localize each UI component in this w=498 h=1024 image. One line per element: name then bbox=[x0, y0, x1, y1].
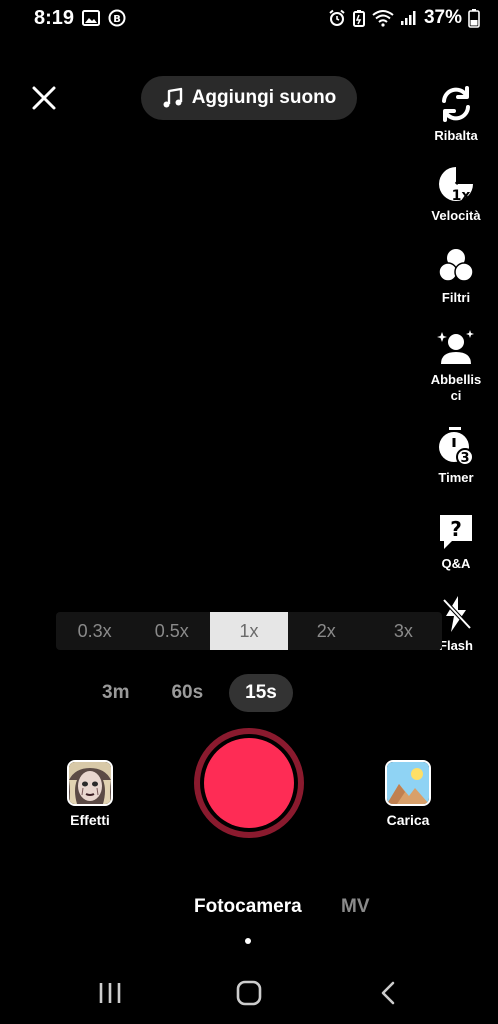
flip-camera-icon bbox=[436, 84, 476, 124]
record-inner bbox=[204, 738, 294, 828]
music-note-icon bbox=[163, 87, 182, 108]
battery-icon bbox=[468, 8, 480, 28]
duration-option[interactable]: 3m bbox=[86, 674, 145, 712]
close-icon bbox=[32, 86, 56, 110]
status-time: 8:19 bbox=[34, 6, 75, 29]
speed-option-selected[interactable]: 1x bbox=[210, 612, 288, 650]
status-right: 37% bbox=[328, 7, 480, 29]
sidebar-item-timer[interactable]: 3 Timer bbox=[418, 426, 494, 486]
duration-option[interactable]: 60s bbox=[155, 674, 219, 712]
status-left: 8:19 B bbox=[34, 7, 126, 30]
duration-selector: 3m 60s 15s bbox=[86, 674, 293, 712]
gallery-notification-icon bbox=[82, 10, 101, 26]
b-notification-icon: B bbox=[108, 9, 126, 27]
sidebar-label-flip: Ribalta bbox=[434, 128, 478, 143]
speed-icon: 1x bbox=[436, 164, 476, 204]
record-button[interactable] bbox=[194, 728, 304, 838]
record-ring bbox=[200, 734, 298, 832]
battery-percent: 37% bbox=[423, 7, 462, 28]
sidebar-label-filters: Filtri bbox=[441, 290, 471, 305]
upload-label: Carica bbox=[386, 812, 430, 828]
effects-thumbnail bbox=[67, 760, 113, 806]
system-nav-bar bbox=[0, 968, 498, 1016]
back-icon bbox=[381, 981, 395, 1005]
timer-icon: 3 bbox=[436, 426, 476, 466]
add-sound-label: Aggiungi suono bbox=[191, 87, 337, 108]
add-sound-button[interactable]: Aggiungi suono bbox=[141, 76, 357, 120]
close-button[interactable] bbox=[28, 82, 60, 114]
duration-option-selected[interactable]: 15s bbox=[229, 674, 293, 712]
sidebar-item-flip[interactable]: Ribalta bbox=[418, 84, 494, 144]
beautify-icon bbox=[436, 328, 476, 368]
effects-button[interactable]: Effetti bbox=[62, 760, 118, 828]
speed-option[interactable]: 0.5x bbox=[133, 612, 210, 650]
tab-mv[interactable]: MV bbox=[341, 896, 370, 918]
svg-text:3: 3 bbox=[460, 451, 469, 466]
svg-text:?: ? bbox=[450, 517, 462, 541]
sidebar-item-speed[interactable]: 1x Velocità bbox=[418, 164, 494, 224]
speed-option[interactable]: 3x bbox=[365, 612, 442, 650]
upload-button[interactable]: Carica bbox=[380, 760, 436, 828]
sidebar-item-beautify[interactable]: Abbellisci bbox=[418, 328, 494, 404]
svg-text:B: B bbox=[113, 14, 121, 25]
tab-camera[interactable]: Fotocamera bbox=[194, 896, 302, 918]
wifi-icon bbox=[372, 9, 394, 27]
gallery-thumbnail-icon bbox=[385, 760, 431, 806]
speed-option[interactable]: 2x bbox=[288, 612, 365, 650]
filters-icon bbox=[436, 246, 476, 286]
home-icon bbox=[236, 980, 262, 1006]
sidebar-item-filters[interactable]: Filtri bbox=[418, 246, 494, 306]
home-button[interactable] bbox=[234, 980, 264, 1006]
signal-icon bbox=[400, 10, 418, 26]
speed-selector: 0.3x 0.5x 1x 2x 3x bbox=[56, 612, 442, 650]
speed-option[interactable]: 0.3x bbox=[56, 612, 133, 650]
battery-saver-icon bbox=[352, 9, 366, 27]
sidebar-label-beautify: Abbellisci bbox=[430, 372, 482, 403]
effects-label: Effetti bbox=[70, 812, 110, 828]
alarm-icon bbox=[328, 9, 346, 27]
back-button[interactable] bbox=[374, 980, 404, 1006]
sidebar-item-qa[interactable]: ? Q&A bbox=[418, 512, 494, 572]
sidebar-label-timer: Timer bbox=[438, 470, 474, 485]
svg-text:1x: 1x bbox=[452, 188, 471, 204]
sidebar-label-qa: Q&A bbox=[441, 556, 471, 571]
active-mode-indicator bbox=[245, 938, 251, 944]
qa-icon: ? bbox=[436, 512, 476, 552]
sidebar-label-speed: Velocità bbox=[431, 208, 481, 223]
mode-tabs: Fotocamera MV bbox=[0, 896, 498, 924]
recent-apps-button[interactable] bbox=[95, 980, 125, 1006]
status-bar: 8:19 B 37% bbox=[0, 0, 498, 36]
recent-apps-icon bbox=[99, 983, 121, 1003]
